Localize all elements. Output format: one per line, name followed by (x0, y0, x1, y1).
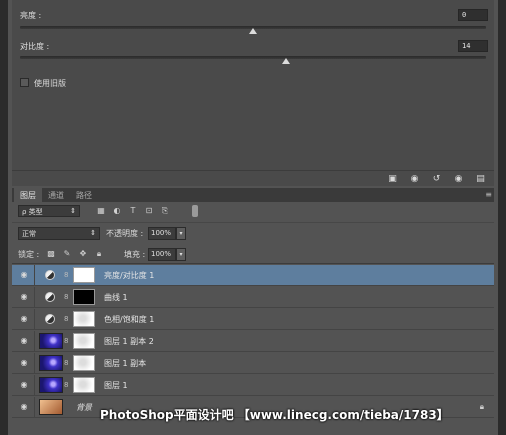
layer-thumbnail[interactable] (39, 399, 63, 415)
watermark-text: PhotoShop平面设计吧 【www.linecg.com/tieba/178… (100, 408, 449, 422)
link-icon[interactable]: 8 (64, 380, 70, 390)
fill-field[interactable]: 100% (148, 248, 176, 261)
brightness-label: 亮度 : (20, 11, 42, 20)
eye-separator (34, 397, 35, 418)
link-icon[interactable]: 8 (64, 336, 70, 346)
lock-label: 锁定 : (18, 250, 40, 259)
layer-name: 色相/饱和度 1 (104, 315, 155, 324)
eye-icon[interactable]: ◉ (19, 381, 29, 389)
contrast-slider-thumb[interactable] (281, 58, 290, 64)
properties-footer: ▣ ◉ ↺ ◉ ▤ (12, 170, 494, 186)
filter-smart-object-icon[interactable]: ⎘ (160, 206, 170, 216)
eye-icon[interactable]: ◉ (19, 359, 29, 367)
link-icon[interactable]: 8 (64, 358, 70, 368)
layer-row-layer-1[interactable]: ◉ 8 图层 1 (12, 375, 494, 396)
use-legacy-label: 使用旧版 (34, 79, 66, 88)
layer-mask-thumbnail[interactable] (73, 289, 95, 305)
contrast-slider[interactable] (20, 56, 486, 59)
eye-icon[interactable]: ◉ (19, 337, 29, 345)
eye-separator (34, 287, 35, 308)
window-left-edge (0, 0, 8, 435)
layer-mask-thumbnail[interactable] (73, 377, 95, 393)
eye-separator (34, 309, 35, 330)
layer-row-layer-1-copy[interactable]: ◉ 8 图层 1 副本 (12, 353, 494, 374)
layer-thumbnail[interactable] (39, 333, 63, 349)
filter-shape-icon[interactable]: ⊡ (144, 206, 154, 216)
layer-filter-row: ρ 类型 ⇕ ▦ ◐ T ⊡ ⎘ (12, 202, 494, 220)
blend-mode-value: 正常 (22, 230, 36, 238)
panel-menu-icon[interactable]: ≡ (485, 190, 492, 199)
fill-dropdown-icon[interactable]: ▾ (176, 248, 186, 261)
eye-icon[interactable]: ◉ (19, 293, 29, 301)
eye-icon[interactable]: ◉ (19, 403, 29, 411)
brightness-value-field[interactable]: 0 (458, 9, 488, 21)
blend-mode-select[interactable]: 正常 ⇕ (18, 227, 100, 240)
layers-panel-tabs: 图层 通道 路径 ≡ (12, 188, 494, 202)
fill-label: 填充 : (124, 250, 146, 259)
layer-mask-thumbnail[interactable] (73, 267, 95, 283)
trash-icon[interactable]: ▤ (474, 174, 487, 184)
layer-name: 图层 1 副本 (104, 359, 147, 368)
eye-icon[interactable]: ◉ (19, 271, 29, 279)
lock-all-icon[interactable]: 🔒︎ (94, 249, 104, 259)
blend-row: 正常 ⇕ 不透明度 : 100% ▾ (12, 222, 494, 242)
opacity-label: 不透明度 : (106, 229, 144, 238)
layer-row-hue-saturation[interactable]: ◉ 8 色相/饱和度 1 (12, 309, 494, 330)
properties-panel: 亮度 : 0 对比度 : 14 使用旧版 (12, 0, 494, 170)
filter-type-icon[interactable]: T (128, 206, 138, 216)
tab-paths[interactable]: 路径 (70, 188, 98, 202)
filter-toggle-switch[interactable] (192, 205, 198, 217)
filter-kind-select[interactable]: ρ 类型 ⇕ (18, 205, 80, 217)
view-previous-icon[interactable]: ◉ (408, 174, 421, 184)
eye-separator (34, 265, 35, 286)
layer-row-layer-1-copy-2[interactable]: ◉ 8 图层 1 副本 2 (12, 331, 494, 352)
contrast-label: 对比度 : (20, 42, 50, 51)
layer-name: 亮度/对比度 1 (104, 271, 155, 280)
filter-pixel-icon[interactable]: ▦ (96, 206, 106, 216)
layer-name: 图层 1 (104, 381, 128, 390)
lock-transparent-icon[interactable]: ▩ (46, 249, 56, 259)
filter-kind-label: ρ 类型 (22, 208, 43, 216)
contrast-value-field[interactable]: 14 (458, 40, 488, 52)
use-legacy-checkbox[interactable] (20, 78, 29, 87)
filter-adjustment-icon[interactable]: ◐ (112, 206, 122, 216)
chevron-down-icon: ⇕ (70, 207, 76, 215)
opacity-dropdown-icon[interactable]: ▾ (176, 227, 186, 240)
layer-row-curves[interactable]: ◉ 8 曲线 1 (12, 287, 494, 308)
lock-row: 锁定 : ▩ ✎ ✥ 🔒︎ 填充 : 100% ▾ (12, 244, 494, 264)
eye-separator (34, 331, 35, 352)
lock-image-icon[interactable]: ✎ (62, 249, 72, 259)
reset-icon[interactable]: ↺ (430, 174, 443, 184)
lock-icon: 🔒︎ (479, 402, 484, 411)
layer-mask-thumbnail[interactable] (73, 333, 95, 349)
eye-separator (34, 375, 35, 396)
window-right-edge (498, 0, 506, 435)
layer-name: 图层 1 副本 2 (104, 337, 154, 346)
opacity-field[interactable]: 100% (148, 227, 176, 240)
tab-layers[interactable]: 图层 (14, 188, 42, 202)
adjustment-icon (45, 270, 55, 280)
clip-to-layer-icon[interactable]: ▣ (386, 174, 399, 184)
layer-thumbnail[interactable] (39, 377, 63, 393)
link-icon[interactable]: 8 (64, 270, 70, 280)
visibility-icon[interactable]: ◉ (452, 174, 465, 184)
link-icon[interactable]: 8 (64, 292, 70, 302)
layer-mask-thumbnail[interactable] (73, 311, 95, 327)
link-icon[interactable]: 8 (64, 314, 70, 324)
layers-list: ◉ 8 亮度/对比度 1 ◉ 8 曲线 1 ◉ 8 色相/饱和度 1 ◉ 8 图… (12, 265, 494, 423)
eye-separator (34, 353, 35, 374)
brightness-slider-thumb[interactable] (249, 28, 257, 34)
adjustment-icon (45, 292, 55, 302)
chevron-down-icon: ⇕ (90, 229, 96, 237)
layer-mask-thumbnail[interactable] (73, 355, 95, 371)
layer-name: 曲线 1 (104, 293, 128, 302)
layer-thumbnail[interactable] (39, 355, 63, 371)
layer-row-brightness-contrast[interactable]: ◉ 8 亮度/对比度 1 (12, 265, 494, 286)
lock-position-icon[interactable]: ✥ (78, 249, 88, 259)
tab-channels[interactable]: 通道 (42, 188, 70, 202)
eye-icon[interactable]: ◉ (19, 315, 29, 323)
layer-name: 背景 (76, 403, 92, 412)
adjustment-icon (45, 314, 55, 324)
